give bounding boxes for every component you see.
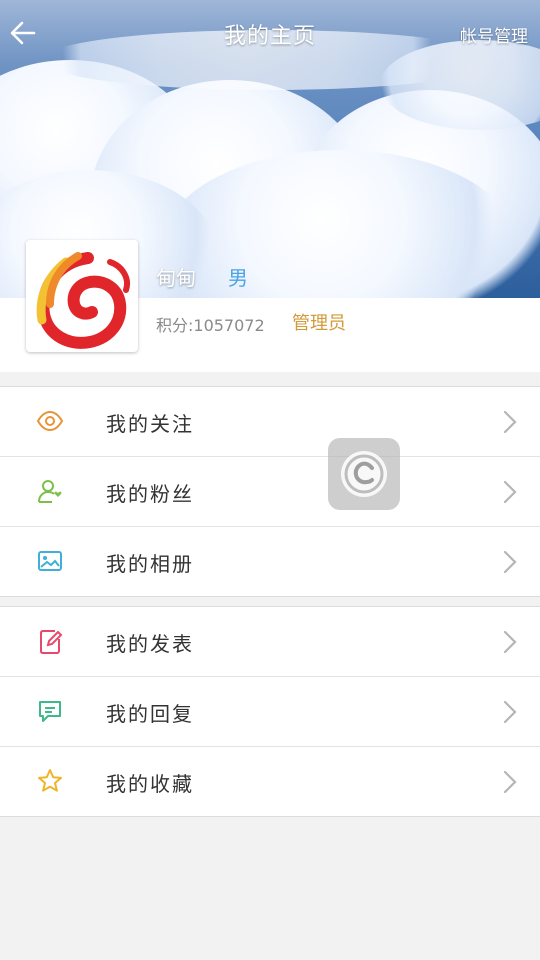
menu-label: 我的关注 [106, 412, 194, 436]
edit-icon [40, 630, 63, 654]
menu-label: 我的回复 [106, 702, 194, 726]
user-name: 甸甸 [156, 266, 196, 290]
menu-label: 我的发表 [106, 632, 194, 656]
comment-icon [39, 701, 61, 722]
menu-group-social: 我的关注 我的粉丝 我的相册 [0, 386, 540, 597]
menu-item-favorites[interactable]: 我的收藏 [0, 747, 540, 816]
menu-label: 我的收藏 [106, 772, 194, 796]
menu-item-album[interactable]: 我的相册 [0, 527, 540, 596]
menu-label: 我的相册 [106, 552, 194, 576]
menu-item-replies[interactable]: 我的回复 [0, 677, 540, 747]
gender-label: 男 [228, 266, 248, 290]
menu-item-following[interactable]: 我的关注 [0, 387, 540, 457]
user-heart-icon [38, 480, 62, 503]
menu-item-followers[interactable]: 我的粉丝 [0, 457, 540, 527]
menu-item-my-posts[interactable]: 我的发表 [0, 607, 540, 677]
points-label: 积分:1057072 [156, 316, 265, 335]
avatar-logo-icon [36, 252, 130, 349]
account-management-link[interactable]: 帐号管理 [460, 22, 528, 47]
chevron-right-icon [503, 700, 517, 724]
star-icon [38, 769, 62, 792]
menu-group-posts: 我的发表 我的回复 我的收藏 [0, 606, 540, 817]
chevron-right-icon [503, 770, 517, 794]
image-icon [38, 551, 62, 571]
role-badge: 管理员 [292, 313, 346, 334]
chevron-right-icon [503, 630, 517, 654]
eye-icon [36, 410, 64, 432]
floating-assistant-button[interactable] [328, 438, 400, 510]
chevron-right-icon [503, 410, 517, 434]
chevron-right-icon [503, 550, 517, 574]
top-bar: 我的主页 帐号管理 [0, 0, 540, 66]
avatar[interactable] [26, 240, 138, 352]
chevron-right-icon [503, 480, 517, 504]
menu-label: 我的粉丝 [106, 482, 194, 506]
assistive-c-icon [341, 451, 387, 497]
page-title: 我的主页 [223, 24, 316, 49]
